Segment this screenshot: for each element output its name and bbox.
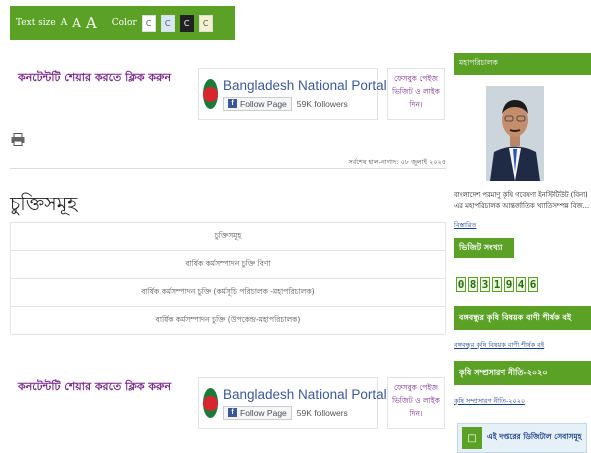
counter-digit: 1 (492, 277, 502, 292)
visit-count-heading: ভিজিট সংখ্যা (454, 238, 514, 258)
facebook-icon: f (228, 408, 237, 417)
counter-digit: 4 (516, 277, 526, 292)
color-cream-button[interactable]: C (198, 14, 213, 32)
color-black-button[interactable]: C (179, 14, 194, 32)
director-general-heading: মহাপরিচালক (454, 53, 591, 75)
accessibility-toolbar: Text size A A A Color C C C C (10, 6, 235, 40)
page: Text size A A A Color C C C C কনটেন্টটি … (0, 0, 591, 453)
text-size-label: Text size (16, 18, 56, 28)
text-size-medium-button[interactable]: A (72, 16, 81, 30)
last-update-date: সর্বশেষ হাল-নাগাদ: ০৮ জুলাই ২০২৫ (348, 158, 447, 166)
table-row[interactable]: বার্ষিক কর্মসম্পাদন চুক্তি (উপকেন্দ্র-মহ… (10, 306, 446, 335)
digital-services-label: এই দপ্তরের ডিজিটাল সেবাসমূহ (487, 432, 582, 441)
counter-digit: 9 (504, 277, 514, 292)
table-header: চুক্তিসমূহ (10, 222, 446, 251)
extension-policy-link[interactable]: কৃষি সম্প্রসারণ নীতি-২০২০ (454, 396, 525, 407)
director-general-details-link[interactable]: বিস্তারিত (454, 220, 476, 231)
followers-count: 59K followers (296, 407, 348, 418)
visit-count-heading-spacer (516, 238, 591, 258)
bangladesh-portal-logo (203, 79, 218, 109)
director-general-portrait (486, 86, 544, 181)
visit-counter: 0 8 3 1 9 4 6 (456, 277, 538, 292)
counter-digit: 3 (480, 277, 490, 292)
counter-digit: 8 (468, 277, 478, 292)
color-label: Color (111, 18, 137, 28)
extension-policy-heading: কৃষি সম্প্রসারণ নীতি-২০২০ (454, 361, 591, 385)
facebook-page-widget: Bangladesh National Portal f Follow Page… (198, 377, 387, 429)
table-row[interactable]: বার্ষিক কর্মসম্পাদন চুক্তি (কর্মসূচি পরি… (10, 278, 446, 307)
divider (10, 168, 446, 169)
facebook-like-prompt[interactable]: ফেসবুক পেইজ ভিজিট ও লাইক দিন। (387, 68, 445, 120)
director-general-caption: বাংলাদেশ পরমাণু কৃষি গবেষণা ইনস্টিটিউট (… (454, 191, 590, 210)
sidebar: মহাপরিচালক বাংলাদেশ পরমাণু কৃষি গবেষণা ই… (454, 0, 591, 453)
text-size-large-button[interactable]: A (86, 14, 97, 32)
share-content-link[interactable]: কনটেন্টটি শেয়ার করতে ক্লিক করুন (18, 378, 171, 397)
counter-digit: 6 (528, 277, 538, 292)
facebook-icon: f (228, 99, 237, 108)
facebook-page-name[interactable]: Bangladesh National Portal (223, 387, 387, 402)
follow-page-button[interactable]: f Follow Page (223, 405, 292, 420)
facebook-like-prompt[interactable]: ফেসবুক পেইজ ভিজিট ও লাইক দিন। (387, 377, 445, 429)
digital-services-button[interactable]: □ এই দপ্তরের ডিজিটাল সেবাসমূহ (457, 423, 587, 453)
share-content-link[interactable]: কনটেন্টটি শেয়ার করতে ক্লিক করুন (18, 69, 171, 88)
bangabandhu-book-link[interactable]: বঙ্গবন্ধুর কৃষি বিষয়ক বাণী শীর্ষক বই (454, 340, 544, 351)
page-title: চুক্তিসমূহ (10, 193, 78, 215)
followers-count: 59K followers (296, 98, 348, 109)
follow-page-label: Follow Page (240, 407, 287, 418)
table-row[interactable]: বার্ষিক কর্মসম্পাদন চুক্তি বিণা (10, 250, 446, 279)
bangladesh-portal-logo (203, 388, 218, 418)
contracts-table: চুক্তিসমূহ বার্ষিক কর্মসম্পাদন চুক্তি বি… (10, 222, 446, 335)
facebook-page-name[interactable]: Bangladesh National Portal (223, 78, 387, 93)
text-size-small-button[interactable]: A (61, 18, 68, 28)
follow-page-label: Follow Page (240, 98, 287, 109)
bangabandhu-book-heading: বঙ্গবন্ধুর কৃষি বিষয়ক বাণী শীর্ষক বই (454, 306, 591, 330)
mobile-phone-icon: □ (462, 427, 482, 449)
color-white-button[interactable]: C (141, 14, 156, 32)
follow-page-button[interactable]: f Follow Page (223, 96, 292, 111)
counter-digit: 0 (456, 277, 466, 292)
color-blue-button[interactable]: C (160, 14, 175, 32)
print-icon[interactable] (11, 133, 25, 146)
facebook-page-widget: Bangladesh National Portal f Follow Page… (198, 68, 387, 120)
